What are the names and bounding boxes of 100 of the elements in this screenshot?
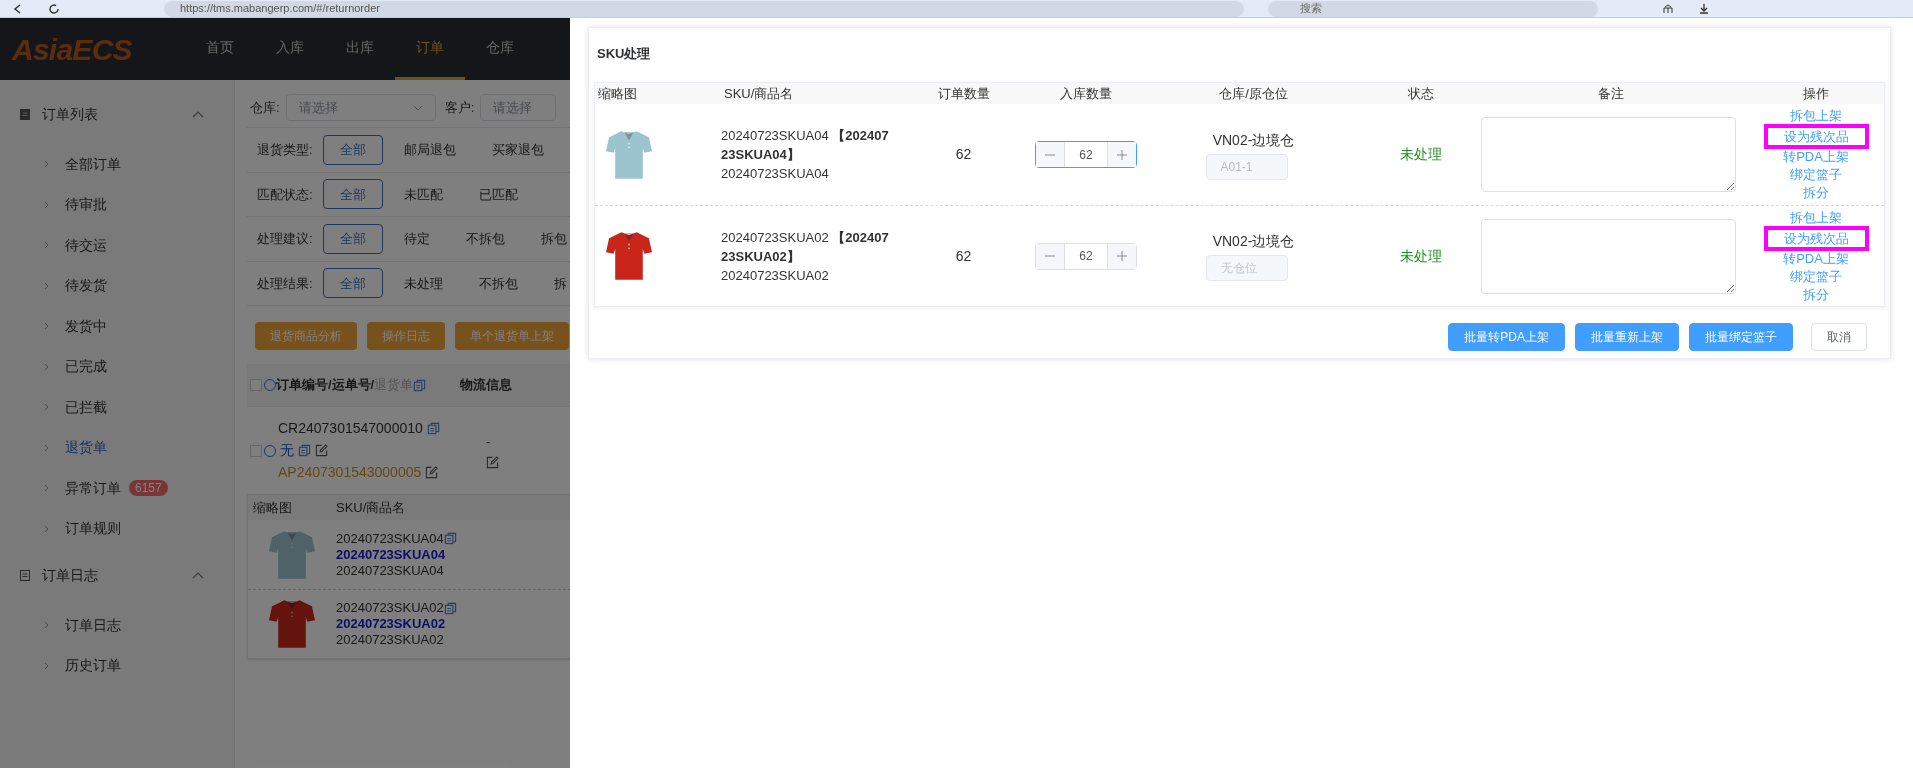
logo: AsiaECS — [10, 31, 133, 68]
chevron-right-icon — [44, 443, 49, 452]
group-title[interactable]: 订单列表 — [42, 103, 180, 125]
nav-tab[interactable]: 首页 — [185, 18, 255, 80]
document-icon — [20, 569, 30, 581]
order-number: CR2407301547000010 — [278, 419, 423, 438]
action-link[interactable]: 拆分 — [1803, 184, 1829, 202]
sidebar-item[interactable]: 待审批 — [65, 194, 107, 216]
note-field[interactable] — [1481, 117, 1736, 192]
chevron-right-icon — [44, 281, 49, 290]
plus-icon[interactable] — [1117, 149, 1127, 160]
sidebar-item[interactable]: 订单日志 — [65, 614, 121, 636]
copy-icon[interactable] — [413, 378, 427, 392]
filter-option[interactable]: 邮局退包 — [403, 134, 457, 165]
chevron-up-icon[interactable] — [192, 571, 204, 579]
copy-icon[interactable] — [426, 422, 440, 435]
chevron-right-icon — [44, 484, 49, 493]
filter-option[interactable]: 全部 — [323, 223, 383, 254]
field-label: 仓库: — [250, 98, 280, 117]
action-link[interactable]: 转PDA上架 — [1783, 148, 1849, 166]
chevron-right-icon — [44, 200, 49, 209]
footer-button[interactable]: 批量转PDA上架 — [1448, 323, 1565, 351]
chevron-right-icon — [44, 661, 49, 670]
sidebar-item[interactable]: 退货单 — [65, 437, 107, 459]
warehouse-name: VN02-边境仓 — [1212, 232, 1295, 251]
filter-option[interactable]: 待定 — [403, 223, 431, 254]
sidebar-item[interactable]: 待发货 — [65, 275, 107, 297]
sidebar-item[interactable]: 已拦截 — [65, 396, 107, 418]
chevron-right-icon — [44, 621, 49, 630]
nav-tab[interactable]: 订单 — [395, 18, 465, 80]
sidebar-item[interactable]: 待交运 — [65, 234, 107, 256]
action-link[interactable]: 拆包上架 — [1790, 107, 1842, 125]
nav-tab[interactable]: 入库 — [255, 18, 325, 80]
footer-button[interactable]: 取消 — [1811, 323, 1867, 351]
filter-option[interactable]: 不拆包 — [465, 223, 506, 254]
edit-icon[interactable] — [425, 466, 439, 479]
sidebar-item[interactable]: 订单规则 — [65, 518, 121, 540]
product-name: 20240723SKUA02 — [336, 616, 447, 632]
column-header: SKU/商品名 — [723, 84, 795, 103]
copy-icon[interactable] — [298, 444, 311, 457]
sidebar-item[interactable]: 已完成 — [65, 356, 107, 378]
column-header: 入库数量 — [1059, 84, 1113, 103]
sidebar-item[interactable]: 发货中 — [65, 315, 107, 337]
column-header: 缩略图 — [597, 84, 638, 103]
chevron-down-icon[interactable] — [412, 104, 423, 111]
reload-icon[interactable] — [48, 2, 60, 15]
action-link[interactable]: 转PDA上架 — [1783, 249, 1849, 268]
minus-icon[interactable] — [1045, 153, 1055, 156]
checkbox[interactable] — [250, 444, 262, 457]
product-name: 20240723SKUA04 — [721, 165, 830, 183]
download-icon[interactable] — [1698, 2, 1710, 15]
sidebar-item[interactable]: 历史订单 — [65, 655, 121, 677]
footer-button[interactable]: 批量重新上架 — [1575, 323, 1679, 351]
filter-option[interactable]: 拆 — [553, 268, 568, 299]
chevron-up-icon[interactable] — [192, 110, 204, 118]
action-link[interactable]: 拆分 — [1803, 285, 1829, 304]
filter-option[interactable]: 全部 — [323, 268, 383, 299]
checkbox[interactable] — [250, 379, 262, 391]
nav-tab[interactable]: 仓库 — [465, 18, 535, 80]
note-field[interactable] — [1481, 218, 1736, 294]
edit-icon[interactable] — [315, 444, 328, 457]
column-header: SKU/商品名 — [336, 498, 406, 517]
column-header: 订单编号/运单号/ — [276, 376, 375, 395]
sidebar-item[interactable]: 异常订单 — [65, 477, 121, 499]
order-quantity: 62 — [954, 246, 973, 266]
filter-option[interactable]: 拆包 — [540, 223, 568, 254]
action-link[interactable]: 绑定篮子 — [1790, 166, 1842, 184]
plus-icon[interactable] — [1117, 251, 1127, 261]
nav-tab[interactable]: 出库 — [325, 18, 395, 80]
filter-option[interactable]: 全部 — [323, 134, 383, 165]
quantity-stepper[interactable]: 62 — [1035, 141, 1137, 168]
action-link[interactable]: 拆包上架 — [1790, 208, 1842, 227]
group-title[interactable]: 订单日志 — [42, 564, 180, 586]
edit-icon[interactable] — [486, 455, 499, 469]
address-bar[interactable]: https://tms.mabangerp.com/#/returnorder — [164, 0, 1244, 17]
filter-option[interactable]: 未处理 — [403, 268, 444, 299]
chevron-right-icon — [44, 160, 49, 169]
chevron-right-icon — [44, 362, 49, 371]
filter-option[interactable]: 已匹配 — [478, 179, 519, 210]
action-link[interactable]: 绑定篮子 — [1790, 267, 1842, 286]
filter-option[interactable]: 全部 — [323, 179, 383, 210]
modal-title: SKU处理 — [596, 45, 652, 63]
toolbar-icon[interactable] — [1662, 2, 1674, 15]
sidebar-item[interactable]: 全部订单 — [65, 153, 121, 175]
footer-button[interactable]: 批量绑定篮子 — [1689, 323, 1793, 351]
sku-code: 20240723SKUA04 — [336, 562, 445, 579]
copy-icon[interactable] — [443, 601, 457, 615]
filter-option[interactable]: 不拆包 — [478, 268, 519, 299]
status-text: 未处理 — [1399, 145, 1443, 164]
chevron-right-icon — [44, 524, 49, 533]
sku-code: 20240723SKUA02 — [336, 600, 444, 616]
filter-option[interactable]: 未匹配 — [403, 179, 444, 210]
quantity-stepper[interactable]: 62 — [1035, 242, 1137, 270]
product-name: 20240723SKUA04 — [336, 546, 447, 563]
product-name: 20240723SKUA02 — [721, 266, 830, 285]
search-field[interactable]: 搜索 — [1268, 0, 1598, 17]
filter-option[interactable]: 买家退包 — [491, 134, 545, 165]
column-header: 缩略图 — [252, 498, 293, 517]
copy-icon[interactable] — [443, 532, 457, 545]
column-header: 备注 — [1597, 84, 1625, 103]
